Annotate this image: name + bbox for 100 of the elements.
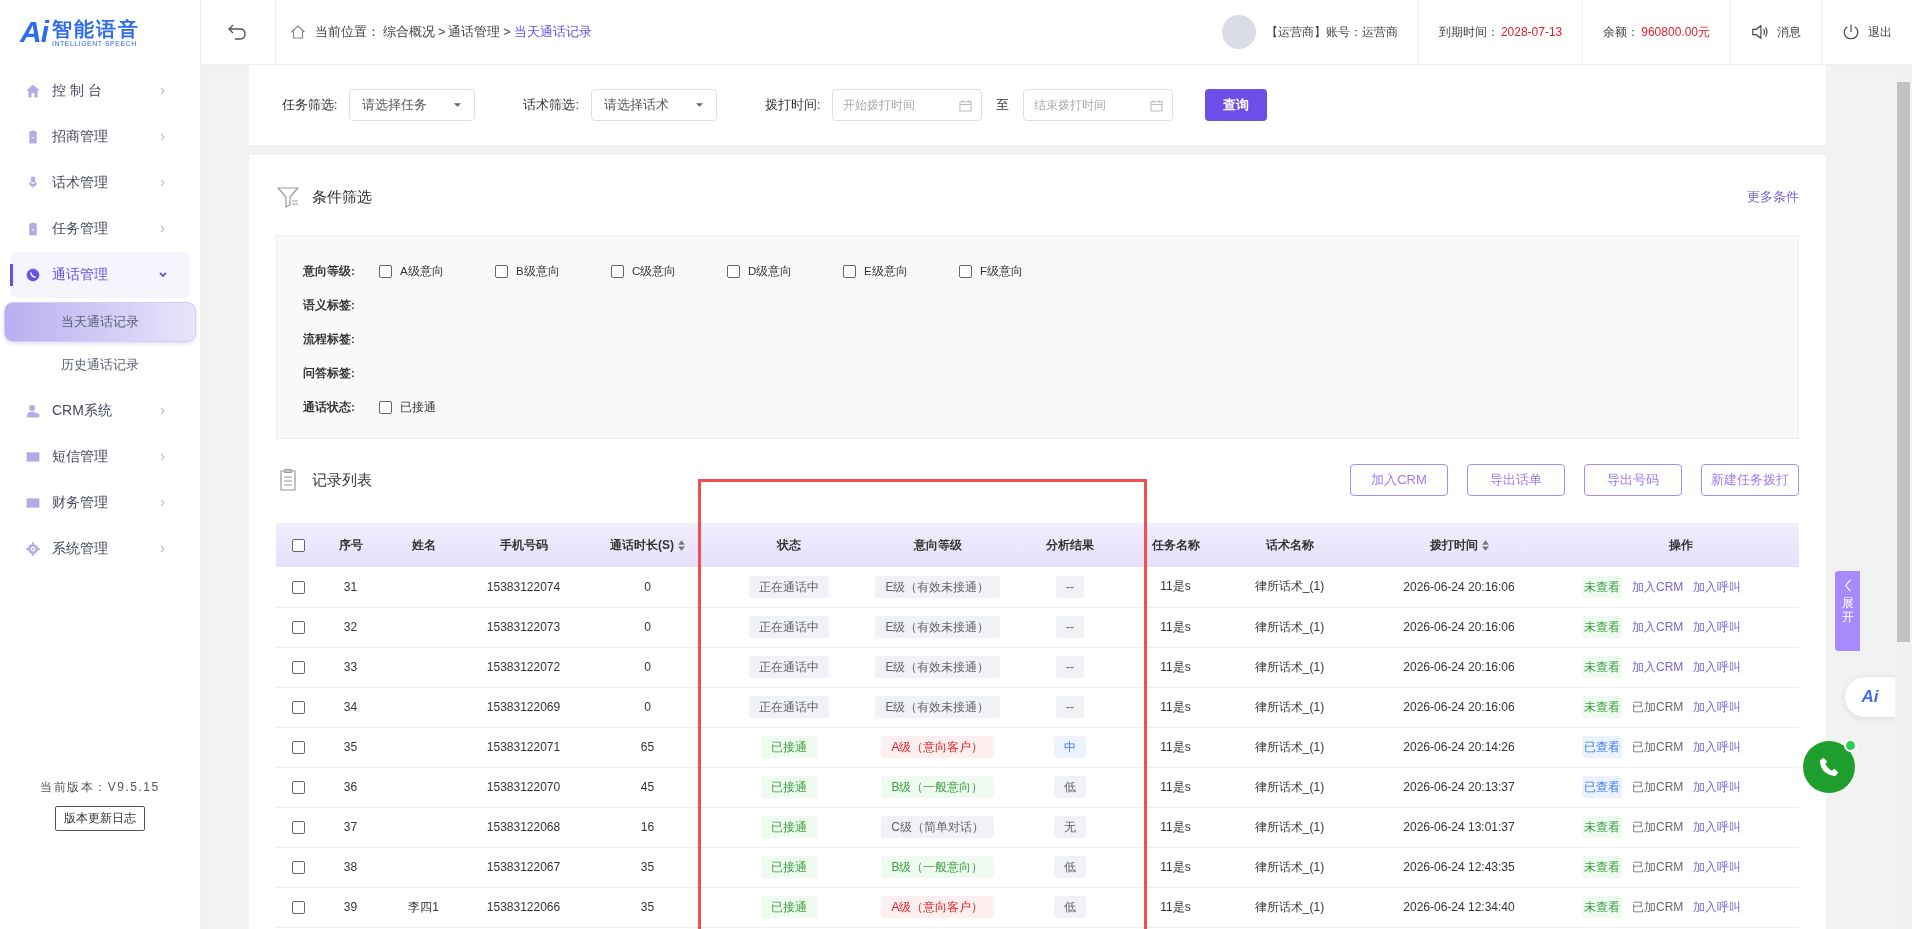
sidebar-item[interactable]: CRM系统 [10, 388, 190, 434]
phone-icon [26, 268, 40, 282]
undo-icon[interactable] [227, 22, 247, 42]
sidebar-item[interactable]: 招商管理 [10, 114, 190, 160]
table-cell: 11是s [1160, 619, 1191, 634]
row-checkbox[interactable] [291, 580, 305, 594]
view-status-tag: 未查看 [1582, 656, 1622, 678]
table-cell: 15383122068 [486, 820, 561, 834]
intent-tag: E级（有效未接通） [875, 696, 1000, 718]
table-cell: 15383122071 [486, 740, 561, 754]
calendar-icon [1150, 99, 1164, 112]
add-call-link[interactable]: 加入呼叫 [1693, 579, 1742, 594]
call-time-label: 拨打时间: [764, 96, 821, 114]
task-select[interactable]: 请选择任务 [349, 89, 476, 121]
condition-label: 语义标签: [303, 297, 356, 313]
search-button[interactable]: 查询 [1205, 89, 1268, 121]
row-checkbox[interactable] [291, 741, 305, 755]
condition-checkbox[interactable]: F级意向 [959, 263, 1075, 279]
messages-link[interactable]: 消息 [1777, 23, 1801, 41]
table-cell: 律所话术_(1) [1254, 899, 1325, 914]
row-checkbox[interactable] [291, 701, 305, 715]
sidebar-item[interactable]: 话术管理 [10, 160, 190, 206]
power-icon [1842, 23, 1860, 41]
sidebar-subitem[interactable]: 当天通话记录 [4, 302, 196, 342]
sidebar-item[interactable]: 系统管理 [10, 526, 190, 572]
table-cell: 45 [640, 780, 655, 794]
condition-checkbox[interactable]: B级意向 [495, 263, 611, 279]
row-checkbox[interactable] [291, 901, 305, 915]
table-cell: 15383122067 [486, 860, 561, 874]
row-checkbox[interactable] [291, 781, 305, 795]
breadcrumb-item[interactable]: 综合概况 [383, 23, 435, 41]
add-call-link[interactable]: 加入呼叫 [1693, 660, 1742, 674]
row-checkbox[interactable] [291, 661, 305, 675]
home-icon [290, 24, 306, 40]
crm-link[interactable]: 加入CRM [1632, 660, 1684, 674]
add-call-link[interactable]: 加入呼叫 [1693, 700, 1742, 714]
start-date-field[interactable]: 开始拨打时间 [832, 89, 983, 121]
calendar-icon [959, 99, 973, 112]
row-checkbox[interactable] [291, 821, 305, 835]
sidebar-item[interactable]: 通话管理 [10, 252, 190, 298]
add-call-link[interactable]: 加入呼叫 [1693, 820, 1742, 834]
ai-button[interactable]: Ai [1845, 677, 1895, 717]
add-call-link[interactable]: 加入呼叫 [1693, 620, 1742, 634]
table-cell: 11是s [1160, 779, 1191, 794]
select-all-checkbox[interactable] [291, 539, 305, 553]
condition-checkbox[interactable]: A级意向 [379, 263, 495, 279]
intent-tag: B级（一般意向） [881, 856, 994, 878]
end-date-field[interactable]: 结束拨打时间 [1023, 89, 1174, 121]
logout-link[interactable]: 退出 [1868, 23, 1892, 41]
clipboard-icon [26, 130, 40, 144]
intent-tag: E级（有效未接通） [875, 575, 1000, 598]
script-select[interactable]: 请选择话术 [590, 89, 717, 121]
status-tag: 已接通 [760, 816, 817, 838]
crm-link[interactable]: 加入CRM [1632, 620, 1684, 634]
table-cell: 11是s [1160, 899, 1191, 914]
table-cell: 11是s [1160, 819, 1191, 834]
add-call-link[interactable]: 加入呼叫 [1693, 900, 1742, 914]
table-cell: 11是s [1160, 739, 1191, 754]
status-tag: 正在通话中 [748, 616, 829, 638]
range-separator: 至 [996, 96, 1010, 114]
add-call-link[interactable]: 加入呼叫 [1693, 780, 1742, 794]
clipboard-icon [26, 222, 40, 236]
column-header: 话术名称 [1265, 537, 1314, 552]
table-cell: 16 [640, 820, 655, 834]
sidebar-item[interactable]: 任务管理 [10, 206, 190, 252]
table-cell: 15383122073 [486, 620, 561, 634]
table-cell: 15383122072 [486, 660, 561, 674]
sidebar-item[interactable]: 财务管理 [10, 480, 190, 526]
condition-checkbox[interactable]: D级意向 [727, 263, 843, 279]
account-text: 【运营商】账号：运营商 [1265, 23, 1398, 41]
table-cell: 0 [644, 579, 651, 594]
column-header: 操作 [1668, 537, 1693, 552]
sidebar-item[interactable]: 短信管理 [10, 434, 190, 480]
row-checkbox[interactable] [291, 861, 305, 875]
condition-checkbox[interactable]: C级意向 [611, 263, 727, 279]
table-cell: 35 [640, 860, 655, 874]
table-cell: 0 [644, 700, 651, 714]
sidebar-item[interactable]: 控 制 台 [10, 68, 190, 114]
analysis-tag: 无 [1054, 816, 1086, 838]
crm-link[interactable]: 加入CRM [1632, 579, 1684, 594]
sidebar-subitem[interactable]: 历史通话记录 [4, 346, 196, 384]
mic-icon [26, 176, 40, 190]
phone-button[interactable] [1803, 741, 1855, 793]
table-cell: 2026-06-24 12:34:40 [1403, 900, 1515, 914]
table-cell: 35 [640, 900, 655, 914]
condition-label: 问答标签: [303, 365, 356, 381]
row-checkbox[interactable] [291, 621, 305, 635]
add-call-link[interactable]: 加入呼叫 [1693, 860, 1742, 874]
condition-checkbox[interactable]: 已接通 [379, 399, 495, 415]
sort-icon[interactable] [678, 539, 685, 551]
changelog-button[interactable]: 版本更新日志 [55, 806, 145, 831]
breadcrumb-item[interactable]: 当天通话记录 [513, 23, 592, 41]
sort-icon[interactable] [1481, 539, 1489, 551]
caret-icon [694, 102, 704, 108]
breadcrumb-item[interactable]: 通话管理 [448, 23, 501, 41]
more-conditions-link[interactable]: 更多条件 [1747, 188, 1799, 206]
table-cell: 2026-06-24 20:16:06 [1403, 620, 1515, 634]
condition-checkbox[interactable]: E级意向 [843, 263, 959, 279]
add-call-link[interactable]: 加入呼叫 [1693, 740, 1742, 754]
table-cell: 律所话术_(1) [1254, 739, 1325, 754]
